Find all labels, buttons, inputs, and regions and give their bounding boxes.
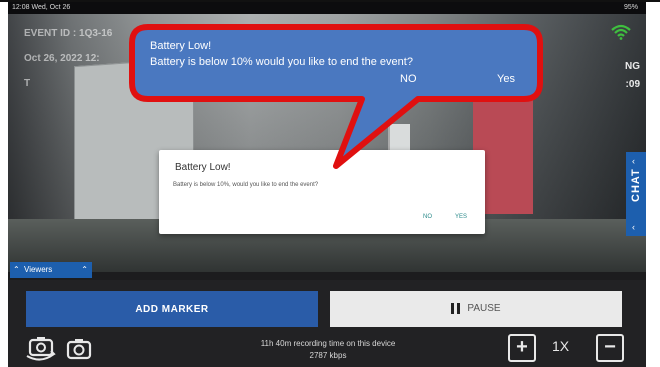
bottom-bar: 11h 40m recording time on this device 27… [8,330,646,367]
viewers-label: Viewers [24,265,53,274]
add-marker-button[interactable]: ADD MARKER [26,291,318,327]
zoom-level: 1X [552,338,570,354]
chevron-up-icon: ⌃ [81,265,88,274]
zoom-in-button[interactable]: + [508,334,536,362]
chevron-left-icon: ‹ [632,222,635,232]
viewers-toggle[interactable]: ⌃ Viewers ⌃ [10,262,92,278]
event-info: EVENT ID : 1Q3-16 Oct 26, 2022 12: T [24,28,112,103]
status-time: 12:08 Wed, Oct 26 [12,4,71,11]
recording-info: 11h 40m recording time on this device 27… [208,338,448,362]
chevron-up-icon: ⌃ [13,265,20,274]
right-info: NG :09 [625,58,640,94]
chat-tab[interactable]: ‹ CHAT ‹ [626,152,646,236]
dialog-message: Battery is below 10%, would you like to … [173,182,319,188]
callout-yes: Yes [497,73,515,85]
dialog-no-button[interactable]: NO [423,214,432,220]
event-id: EVENT ID : 1Q3-16 [24,28,113,39]
camera-icon[interactable] [66,336,92,360]
status-bar: 12:08 Wed, Oct 26 95% [8,2,646,14]
pause-button[interactable]: PAUSE [330,291,622,327]
callout-no: NO [400,73,417,85]
controls-panel: ADD MARKER PAUSE 11h 40m recording time … [8,280,646,367]
flip-camera-icon[interactable] [26,334,56,362]
pause-icon [451,303,461,315]
chevron-left-icon: ‹ [632,156,635,166]
wifi-icon [611,24,631,40]
pause-label: PAUSE [467,303,501,315]
event-extra: T [24,78,31,89]
battery-low-dialog: Battery Low! Battery is below 10%, would… [159,150,485,234]
chat-label: CHAT [630,168,642,202]
bitrate: 2787 kbps [309,351,347,360]
callout-title: Battery Low! [150,40,212,52]
battery-status: 95% [623,4,638,11]
recording-time: 11h 40m recording time on this device [260,339,396,348]
zoom-out-button[interactable]: − [596,334,624,362]
event-date: Oct 26, 2022 12: [24,53,100,64]
dialog-title: Battery Low! [175,162,231,173]
right-info-line2: :09 [625,79,640,90]
right-info-line1: NG [625,61,640,72]
callout-message: Battery is below 10% would you like to e… [150,56,413,68]
dialog-yes-button[interactable]: YES [455,214,467,220]
